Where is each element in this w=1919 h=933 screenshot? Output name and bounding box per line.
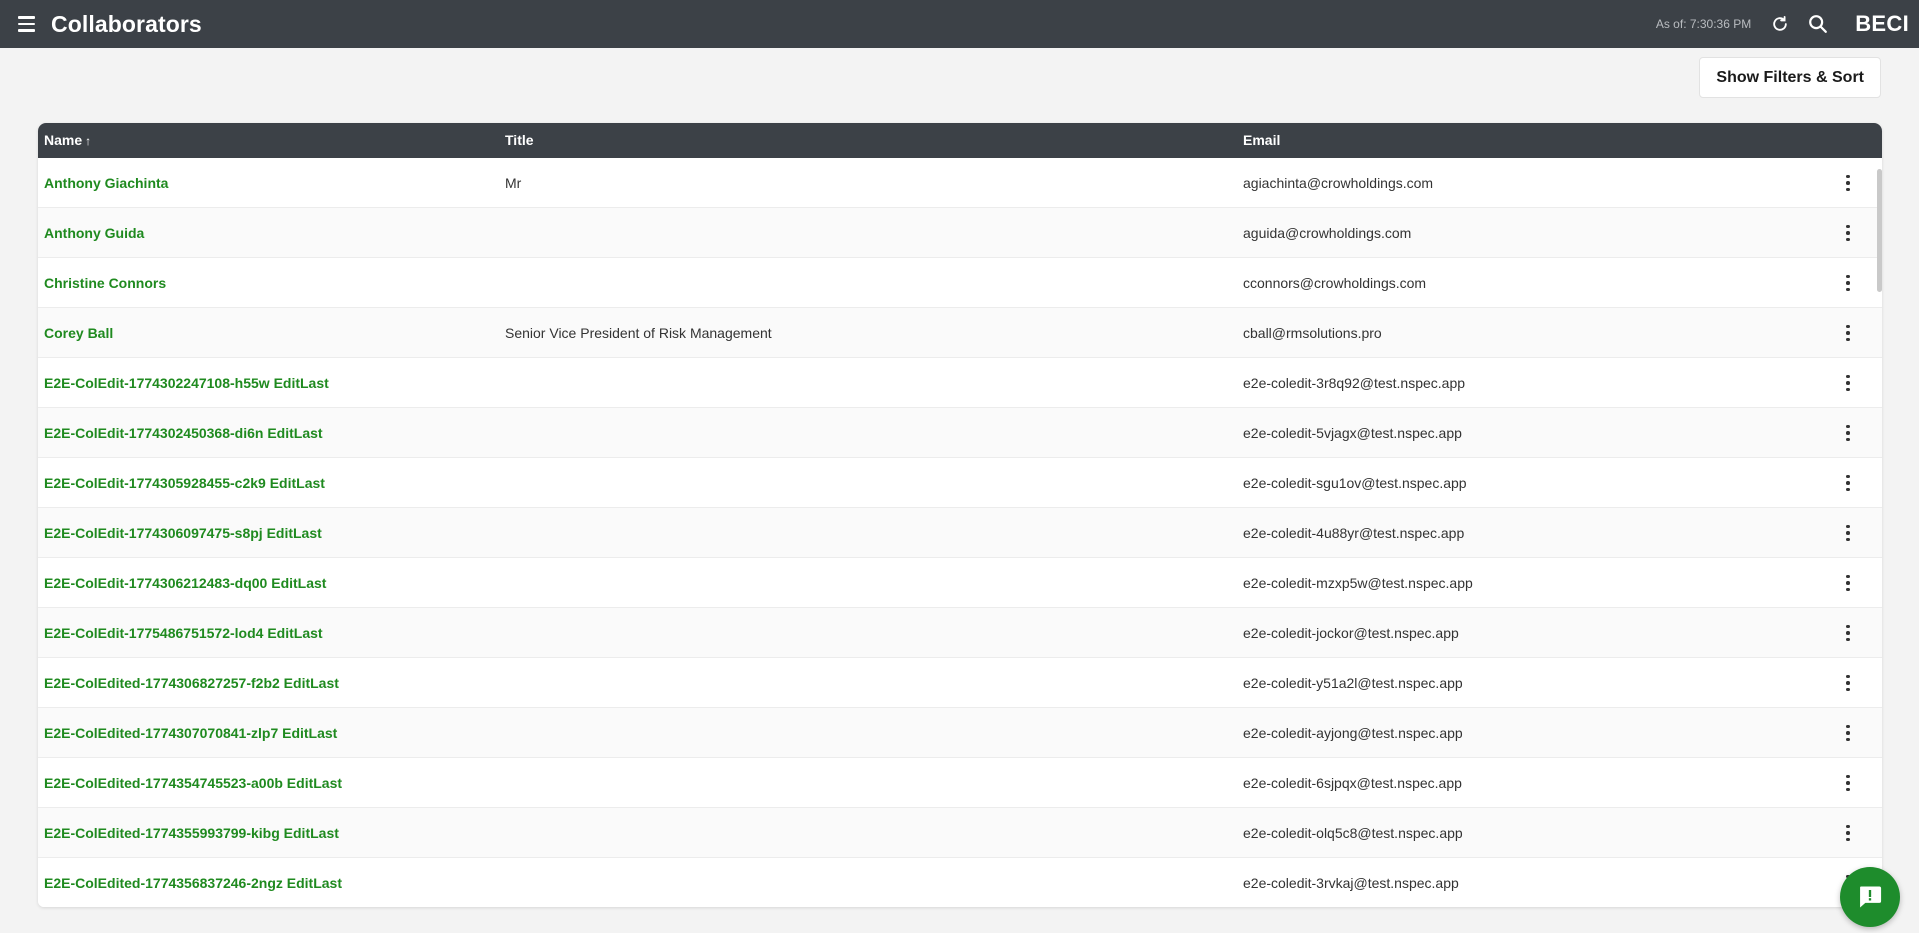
column-header-name-label: Name: [44, 132, 83, 148]
table-row[interactable]: Corey Ball Senior Vice President of Risk …: [38, 308, 1882, 358]
sort-ascending-icon: ↑: [85, 134, 92, 148]
more-vertical-icon[interactable]: [1836, 821, 1860, 845]
collaborator-email: cconnors@crowholdings.com: [1243, 275, 1427, 291]
more-vertical-icon[interactable]: [1836, 421, 1860, 445]
table-row[interactable]: E2E-ColEdit-1774302247108-h55w EditLast e…: [38, 358, 1882, 408]
collaborator-email: cball@rmsolutions.pro: [1243, 325, 1382, 341]
collaborator-email: agiachinta@crowholdings.com: [1243, 175, 1434, 191]
column-header-title[interactable]: Title: [505, 123, 534, 158]
collaborator-email: aguida@crowholdings.com: [1243, 225, 1412, 241]
collaborator-name-link[interactable]: E2E-ColEdited-1774356837246-2ngz EditLas…: [44, 858, 342, 907]
collaborator-email: e2e-coledit-6sjpqx@test.nspec.app: [1243, 775, 1462, 791]
collaborator-email: e2e-coledit-5vjagx@test.nspec.app: [1243, 425, 1462, 441]
table-row[interactable]: E2E-ColEdit-1774306097475-s8pj EditLast e…: [38, 508, 1882, 558]
collaborator-email: e2e-coledit-ayjong@test.nspec.app: [1243, 725, 1463, 741]
more-vertical-icon[interactable]: [1836, 371, 1860, 395]
table-body: Anthony Giachinta Mr agiachinta@crowholdin…: [38, 158, 1882, 907]
table-row[interactable]: E2E-ColEdited-1774355993799-kibg EditLas…: [38, 808, 1882, 858]
collaborator-name-link[interactable]: E2E-ColEdited-1774355993799-kibg EditLas…: [44, 808, 339, 858]
search-icon[interactable]: [1803, 9, 1833, 39]
table-row[interactable]: E2E-ColEdit-1774302450368-di6n EditLast e…: [38, 408, 1882, 458]
more-vertical-icon[interactable]: [1836, 471, 1860, 495]
table-row[interactable]: E2E-ColEdit-1774305928455-c2k9 EditLast e…: [38, 458, 1882, 508]
collaborator-email: e2e-coledit-3r8q92@test.nspec.app: [1243, 375, 1466, 391]
collaborator-name-link[interactable]: Anthony Guida: [44, 208, 144, 258]
collaborator-name-link[interactable]: E2E-ColEdit-1774306097475-s8pj EditLast: [44, 508, 322, 558]
table-row[interactable]: Anthony Giachinta Mr agiachinta@crowholdin…: [38, 158, 1882, 208]
collaborator-name-link[interactable]: E2E-ColEdit-1775486751572-lod4 EditLast: [44, 608, 323, 658]
more-vertical-icon[interactable]: [1836, 521, 1860, 545]
brand-logo: BECI: [1855, 11, 1909, 36]
collaborator-name-link[interactable]: E2E-ColEdit-1774302450368-di6n EditLast: [44, 408, 323, 458]
collaborators-table: Name ↑ Title Email Anthony Giachinta Mr agi…: [38, 123, 1882, 907]
more-vertical-icon[interactable]: [1836, 571, 1860, 595]
hamburger-menu-icon[interactable]: [14, 11, 40, 37]
table-header: Name ↑ Title Email: [38, 123, 1882, 158]
collaborator-email: e2e-coledit-y51a2l@test.nspec.app: [1243, 675, 1463, 691]
more-vertical-icon[interactable]: [1836, 621, 1860, 645]
table-row[interactable]: E2E-ColEdited-1774306827257-f2b2 EditLas…: [38, 658, 1882, 708]
chat-feedback-button[interactable]: [1840, 867, 1900, 927]
top-bar-actions: As of: 7:30:36 PM BECI: [1656, 0, 1911, 48]
more-vertical-icon[interactable]: [1836, 171, 1860, 195]
collaborator-email: e2e-coledit-4u88yr@test.nspec.app: [1243, 525, 1465, 541]
refresh-icon[interactable]: [1765, 9, 1795, 39]
collaborator-name-link[interactable]: Corey Ball: [44, 308, 113, 358]
table-row[interactable]: E2E-ColEdited-1774354745523-a00b EditLas…: [38, 758, 1882, 808]
collaborator-name-link[interactable]: E2E-ColEdit-1774306212483-dq00 EditLast: [44, 558, 326, 608]
page-title: Collaborators: [51, 10, 202, 37]
collaborator-name-link[interactable]: Christine Connors: [44, 258, 166, 308]
collaborator-name-link[interactable]: E2E-ColEdited-1774307070841-zlp7 EditLas…: [44, 708, 337, 758]
chat-feedback-icon: [1860, 886, 1882, 908]
more-vertical-icon[interactable]: [1836, 271, 1860, 295]
more-vertical-icon[interactable]: [1836, 671, 1860, 695]
table-scrollbar[interactable]: [1877, 169, 1882, 292]
table-row[interactable]: E2E-ColEdit-1775486751572-lod4 EditLast e…: [38, 608, 1882, 658]
collaborator-name-link[interactable]: E2E-ColEdit-1774302247108-h55w EditLast: [44, 358, 329, 408]
collaborator-name-link[interactable]: E2E-ColEdited-1774354745523-a00b EditLas…: [44, 758, 342, 808]
table-row[interactable]: E2E-ColEdit-1774306212483-dq00 EditLast e…: [38, 558, 1882, 608]
table-row[interactable]: E2E-ColEdited-1774356837246-2ngz EditLas…: [38, 858, 1882, 907]
collaborator-name-link[interactable]: E2E-ColEdit-1774305928455-c2k9 EditLast: [44, 458, 325, 508]
collaborator-email: e2e-coledit-olq5c8@test.nspec.app: [1243, 825, 1463, 841]
collaborator-email: e2e-coledit-3rvkaj@test.nspec.app: [1243, 875, 1459, 891]
collaborator-name-link[interactable]: E2E-ColEdited-1774306827257-f2b2 EditLas…: [44, 658, 339, 708]
collaborator-email: e2e-coledit-mzxp5w@test.nspec.app: [1243, 575, 1473, 591]
column-header-name[interactable]: Name ↑: [44, 123, 91, 158]
more-vertical-icon[interactable]: [1836, 721, 1860, 745]
table-row[interactable]: Christine Connors cconnors@crowholdings.c…: [38, 258, 1882, 308]
show-filters-sort-button[interactable]: Show Filters & Sort: [1699, 57, 1881, 98]
table-row[interactable]: E2E-ColEdited-1774307070841-zlp7 EditLas…: [38, 708, 1882, 758]
column-header-email[interactable]: Email: [1243, 123, 1280, 158]
top-bar: Collaborators As of: 7:30:36 PM BECI: [0, 0, 1919, 48]
table-row[interactable]: Anthony Guida aguida@crowholdings.com: [38, 208, 1882, 258]
more-vertical-icon[interactable]: [1836, 321, 1860, 345]
collaborator-title: Senior Vice President of Risk Management: [505, 325, 772, 341]
collaborator-title: Mr: [505, 175, 522, 191]
collaborator-email: e2e-coledit-sgu1ov@test.nspec.app: [1243, 475, 1467, 491]
collaborator-name-link[interactable]: Anthony Giachinta: [44, 158, 168, 208]
collaborator-email: e2e-coledit-jockor@test.nspec.app: [1243, 625, 1459, 641]
more-vertical-icon[interactable]: [1836, 771, 1860, 795]
last-updated-timestamp: As of: 7:30:36 PM: [1655, 17, 1752, 31]
more-vertical-icon[interactable]: [1836, 221, 1860, 245]
